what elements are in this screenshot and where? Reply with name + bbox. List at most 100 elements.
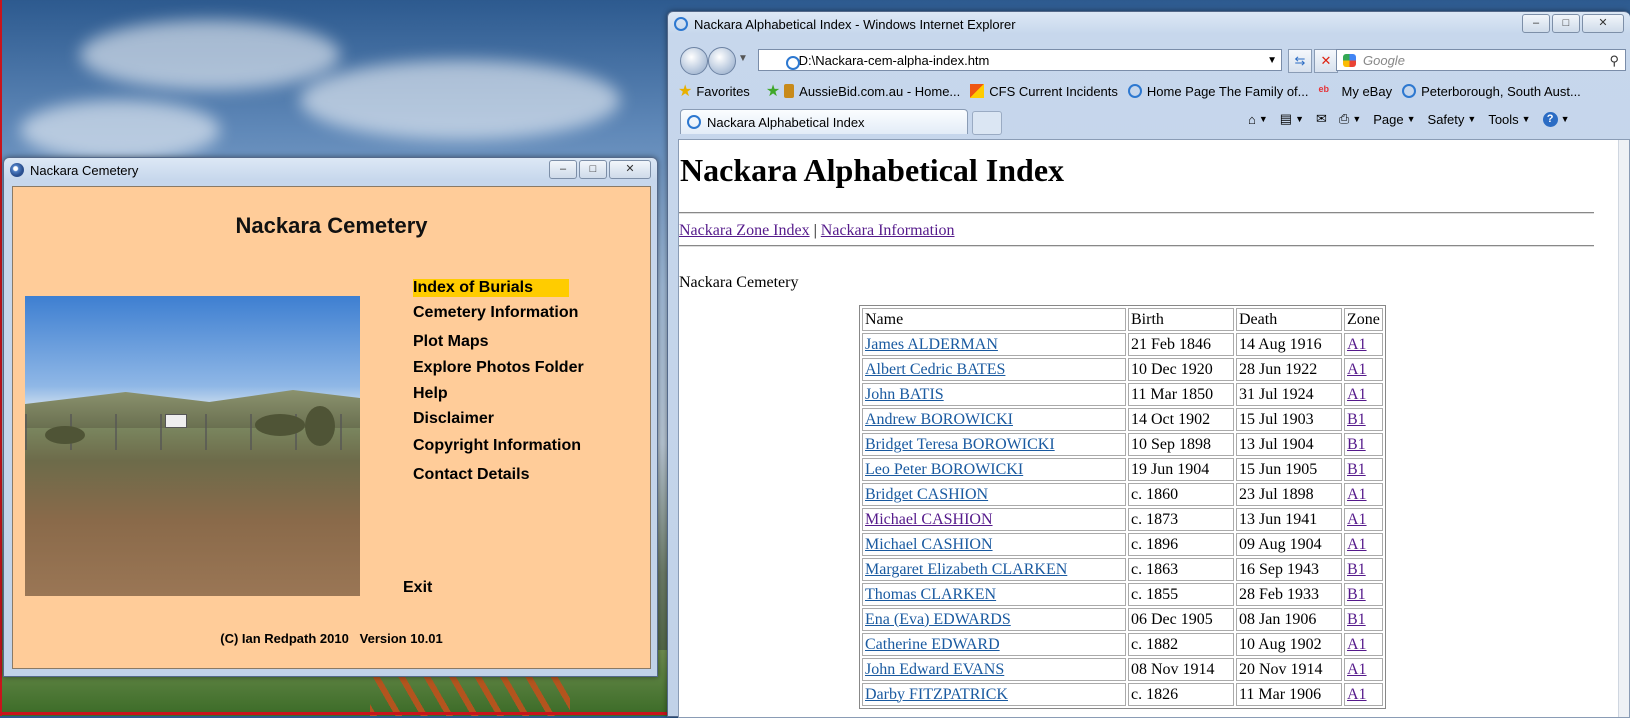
search-placeholder: Google: [1363, 53, 1405, 68]
address-dropdown-icon[interactable]: ▼: [1267, 50, 1277, 72]
zone-link[interactable]: A1: [1347, 336, 1367, 353]
add-favorite-icon[interactable]: ★: [766, 81, 780, 101]
birth-date: c. 1873: [1131, 510, 1179, 528]
refresh-icon[interactable]: ⇆: [1288, 49, 1312, 73]
zone-link[interactable]: A1: [1347, 361, 1367, 378]
table-cell: 15 Jul 1903: [1236, 408, 1342, 431]
page-menu[interactable]: Page ▼: [1373, 112, 1415, 127]
death-date: 11 Mar 1906: [1239, 685, 1322, 703]
back-button[interactable]: [680, 47, 708, 75]
zone-index-link[interactable]: Nackara Zone Index: [679, 222, 810, 239]
name-link[interactable]: Michael CASHION: [865, 536, 993, 553]
ie-minimize-button[interactable]: –: [1522, 14, 1550, 33]
ie-titlebar[interactable]: Nackara Alphabetical Index - Windows Int…: [668, 12, 1630, 36]
table-cell: 23 Jul 1898: [1236, 483, 1342, 506]
mail-button[interactable]: ✉: [1316, 111, 1327, 127]
menu-disclaimer[interactable]: Disclaimer: [413, 410, 494, 428]
menu-index-of-burials[interactable]: Index of Burials: [413, 279, 570, 297]
table-cell: 14 Aug 1916: [1236, 333, 1342, 356]
screen-border-left: [0, 0, 2, 716]
fav-aussiebid[interactable]: ★ AussieBid.com.au - Home...: [766, 81, 960, 101]
menu-copyright-information[interactable]: Copyright Information: [413, 437, 581, 455]
print-button[interactable]: ⎙ ▼: [1339, 111, 1361, 127]
table-cell: John Edward EVANS: [862, 658, 1126, 681]
menu-contact-details[interactable]: Contact Details: [413, 466, 529, 484]
address-bar[interactable]: D:\Nackara-cem-alpha-index.htm ▼: [758, 49, 1282, 71]
name-link[interactable]: Margaret Elizabeth CLARKEN: [865, 561, 1067, 578]
recent-pages-dropdown-icon[interactable]: ▼: [738, 53, 748, 64]
zone-link[interactable]: A1: [1347, 386, 1367, 403]
navigation-bar: ▼ D:\Nackara-cem-alpha-index.htm ▼ ⇆ ✕ G…: [668, 44, 1630, 76]
forward-button[interactable]: [708, 47, 736, 75]
ie-maximize-button[interactable]: □: [1552, 14, 1580, 33]
vertical-scrollbar[interactable]: [1618, 140, 1629, 717]
zone-link[interactable]: B1: [1347, 586, 1366, 603]
zone-link[interactable]: A1: [1347, 511, 1367, 528]
safety-menu[interactable]: Safety ▼: [1428, 112, 1477, 127]
close-button[interactable]: ✕: [609, 160, 651, 179]
app-titlebar[interactable]: Nackara Cemetery – □ ✕: [4, 158, 657, 182]
name-link[interactable]: Michael CASHION: [865, 511, 993, 528]
name-link[interactable]: Catherine EDWARD: [865, 636, 1000, 653]
name-link[interactable]: Thomas CLARKEN: [865, 586, 996, 603]
zone-link[interactable]: A1: [1347, 536, 1367, 553]
name-link[interactable]: Darby FITZPATRICK: [865, 686, 1008, 703]
page-heading: Nackara Alphabetical Index: [680, 152, 1065, 188]
name-link[interactable]: Andrew BOROWICKI: [865, 411, 1013, 428]
home-icon: ⌂: [1248, 111, 1256, 127]
home-button[interactable]: ⌂ ▼: [1248, 112, 1268, 127]
table-cell: Michael CASHION: [862, 508, 1126, 531]
fav-cfs-incidents[interactable]: CFS Current Incidents: [970, 84, 1118, 99]
tab-nackara-index[interactable]: Nackara Alphabetical Index: [680, 109, 968, 134]
zone-link[interactable]: B1: [1347, 461, 1366, 478]
zone-link[interactable]: A1: [1347, 686, 1367, 703]
name-link[interactable]: James ALDERMAN: [865, 336, 998, 353]
page-icon: [786, 56, 800, 70]
information-link[interactable]: Nackara Information: [821, 222, 955, 239]
name-link[interactable]: John BATIS: [865, 386, 944, 403]
favorites-button[interactable]: ★ Favorites: [678, 81, 750, 101]
zone-link[interactable]: A1: [1347, 661, 1367, 678]
table-cell: c. 1873: [1128, 508, 1234, 531]
name-link[interactable]: Bridget Teresa BOROWICKI: [865, 436, 1055, 453]
death-date: 08 Jan 1906: [1239, 610, 1317, 628]
printer-icon: ⎙: [1338, 111, 1350, 126]
name-link[interactable]: Leo Peter BOROWICKI: [865, 461, 1023, 478]
name-link[interactable]: Bridget CASHION: [865, 486, 988, 503]
help-menu[interactable]: ? ▼: [1542, 111, 1570, 127]
tools-menu[interactable]: Tools ▼: [1488, 112, 1530, 127]
fav-my-ebay[interactable]: eb My eBay: [1319, 84, 1393, 99]
table-cell: A1: [1344, 483, 1383, 506]
name-link[interactable]: John Edward EVANS: [865, 661, 1004, 678]
table-cell: B1: [1344, 558, 1383, 581]
zone-link[interactable]: A1: [1347, 636, 1367, 653]
zone-link[interactable]: A1: [1347, 486, 1367, 503]
feeds-button[interactable]: ▤ ▼: [1280, 111, 1304, 127]
minimize-button[interactable]: –: [549, 160, 577, 179]
name-link[interactable]: Albert Cedric BATES: [865, 361, 1005, 378]
table-cell: c. 1826: [1128, 683, 1234, 706]
death-date: 23 Jul 1898: [1239, 485, 1314, 503]
stop-icon[interactable]: ✕: [1314, 49, 1338, 73]
zone-link[interactable]: B1: [1347, 436, 1366, 453]
menu-cemetery-information[interactable]: Cemetery Information: [413, 304, 578, 322]
search-icon[interactable]: ⚲: [1609, 50, 1619, 72]
zone-link[interactable]: B1: [1347, 611, 1366, 628]
table-cell: 15 Jun 1905: [1236, 458, 1342, 481]
zone-link[interactable]: B1: [1347, 411, 1366, 428]
fav-home-page-family[interactable]: Home Page The Family of...: [1127, 84, 1309, 99]
menu-help[interactable]: Help: [413, 385, 448, 403]
copyright-text: (C) Ian Redpath 2010 Version 10.01: [220, 631, 443, 646]
name-link[interactable]: Ena (Eva) EDWARDS: [865, 611, 1011, 628]
zone-link[interactable]: B1: [1347, 561, 1366, 578]
menu-plot-maps[interactable]: Plot Maps: [413, 333, 489, 351]
exit-button[interactable]: Exit: [403, 579, 432, 597]
search-input[interactable]: Google ⚲: [1336, 49, 1626, 71]
menu-explore-photos-folder[interactable]: Explore Photos Folder: [413, 359, 584, 377]
app-heading: Nackara Cemetery: [235, 213, 428, 238]
table-cell: A1: [1344, 533, 1383, 556]
maximize-button[interactable]: □: [579, 160, 607, 179]
new-tab-button[interactable]: [972, 111, 1002, 135]
fav-peterborough[interactable]: Peterborough, South Aust...: [1402, 84, 1581, 99]
ie-close-button[interactable]: ✕: [1582, 14, 1624, 33]
